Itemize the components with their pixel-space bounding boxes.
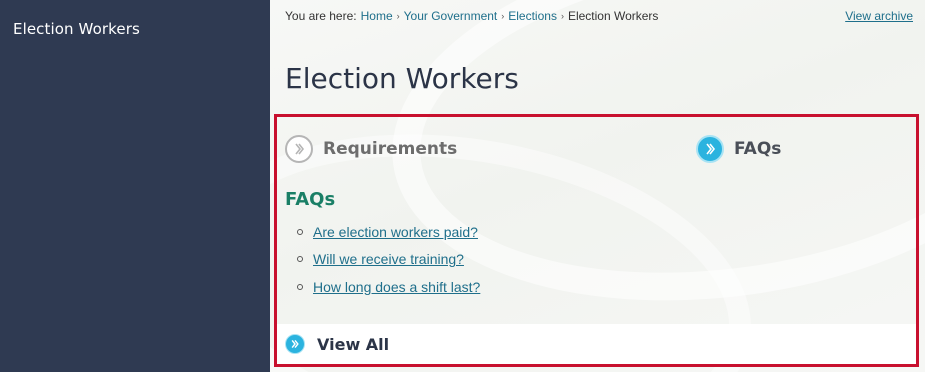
tab-faqs-label: FAQs	[734, 139, 782, 159]
faq-heading: FAQs	[285, 189, 336, 210]
faq-link[interactable]: How long does a shift last?	[313, 279, 480, 295]
tab-requirements-label: Requirements	[323, 139, 458, 159]
breadcrumb-separator: ›	[501, 11, 505, 21]
breadcrumb: You are here: Home › Your Government › E…	[285, 9, 658, 23]
list-item: How long does a shift last?	[297, 273, 480, 301]
faq-panel: Requirements FAQs FAQs Are election work…	[274, 114, 919, 367]
view-all-button[interactable]: View All	[285, 334, 389, 354]
chevron-right-circle-icon	[285, 334, 305, 354]
view-archive-link[interactable]: View archive	[845, 9, 913, 23]
tab-row: Requirements FAQs	[285, 135, 916, 165]
page-title: Election Workers	[285, 62, 519, 95]
breadcrumb-separator: ›	[560, 11, 564, 21]
bullet-icon	[297, 228, 303, 235]
sidebar: Election Workers	[0, 0, 270, 372]
breadcrumb-elections[interactable]: Elections	[508, 9, 557, 23]
view-all-label: View All	[317, 334, 390, 354]
breadcrumb-current: Election Workers	[567, 9, 659, 23]
bullet-icon	[297, 256, 303, 263]
view-all-bar: View All	[277, 324, 916, 364]
chevron-right-circle-icon	[285, 135, 313, 163]
list-item: Are election workers paid?	[297, 218, 480, 246]
breadcrumb-separator: ›	[396, 11, 400, 21]
bullet-icon	[297, 283, 303, 290]
faq-list: Are election workers paid? Will we recei…	[297, 218, 480, 301]
page: Election Workers You are here: Home › Yo…	[0, 0, 925, 372]
tab-requirements[interactable]: Requirements	[285, 135, 457, 163]
topbar: You are here: Home › Your Government › E…	[285, 9, 913, 23]
faq-link[interactable]: Will we receive training?	[313, 251, 464, 267]
list-item: Will we receive training?	[297, 246, 480, 274]
chevron-right-circle-icon	[696, 135, 724, 163]
main-content: You are here: Home › Your Government › E…	[270, 0, 925, 372]
breadcrumb-your-government[interactable]: Your Government	[404, 9, 498, 23]
tab-faqs[interactable]: FAQs	[696, 135, 781, 163]
faq-link[interactable]: Are election workers paid?	[313, 224, 478, 240]
breadcrumb-prefix: You are here:	[285, 9, 357, 23]
sidebar-title[interactable]: Election Workers	[13, 20, 270, 38]
breadcrumb-home[interactable]: Home	[361, 9, 393, 23]
